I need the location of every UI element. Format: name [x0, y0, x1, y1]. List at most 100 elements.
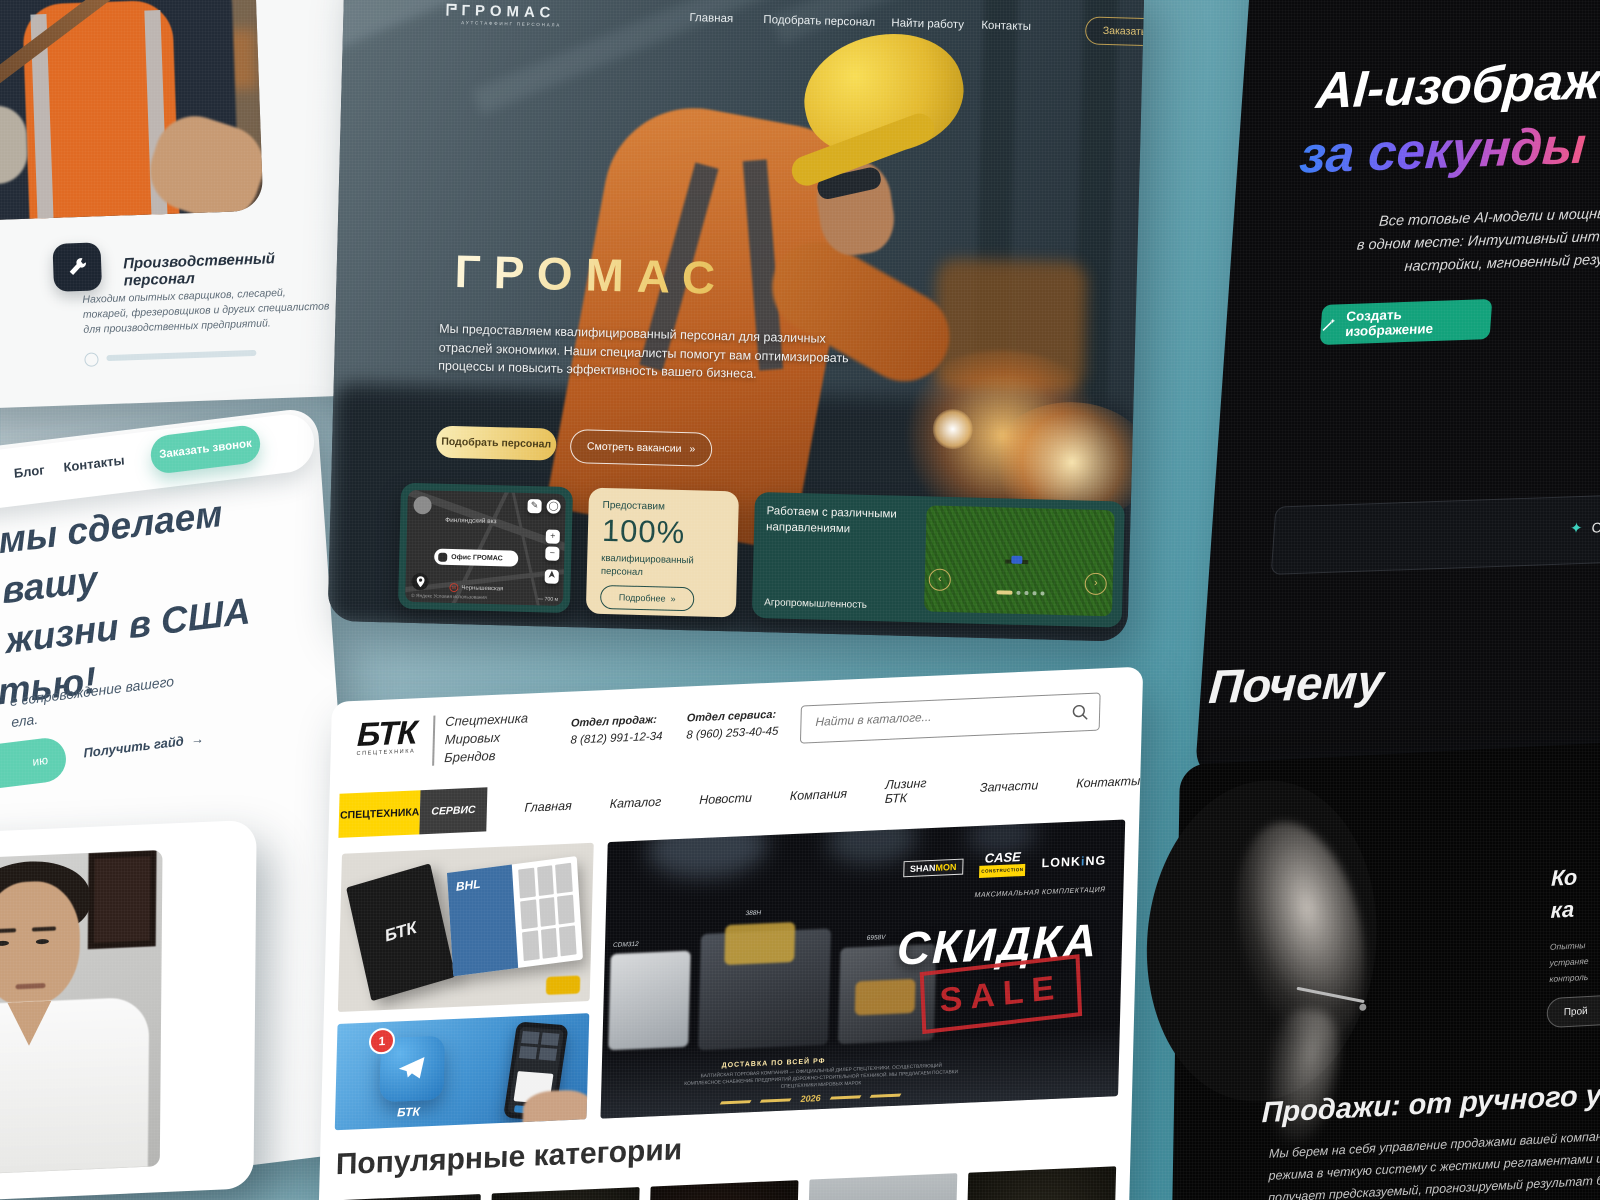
- gromas-logo[interactable]: ГРОМАС АУТСТАФФИНГ ПЕРСОНАЛА: [461, 2, 561, 28]
- search-icon: [1071, 703, 1089, 722]
- create-image-button[interactable]: Создать изображение: [1320, 299, 1493, 345]
- nav-item-leasing[interactable]: Лизинг БТК: [885, 775, 943, 806]
- hero-title: ГРОМАС: [454, 244, 851, 308]
- sale-banner[interactable]: CDM312 388H 6958V SHANMON CASECONSTRUCTI…: [601, 820, 1126, 1119]
- zoom-in-button[interactable]: +: [546, 529, 560, 543]
- panel-sales-studio: АРХИ Ко ка Опытны устраняе контроль Прой…: [1171, 733, 1600, 1200]
- stat-card: Предоставим 100% квалифицированныйперсон…: [586, 488, 739, 618]
- agro-field-photo: [924, 505, 1115, 616]
- shanmon-logo: SHANMON: [903, 859, 964, 878]
- man-photo: [0, 850, 163, 1178]
- prompt-input[interactable]: ✦ Создать: [1271, 487, 1600, 575]
- stat-eyebrow: Предоставим: [602, 500, 724, 514]
- get-guide-link[interactable]: Получить гайд →: [83, 731, 204, 761]
- directions-card: Работаем с различныминаправлениями Агроп…: [752, 492, 1125, 628]
- nav-item-news[interactable]: Новости: [699, 791, 752, 807]
- nav-item-company[interactable]: Компания: [790, 787, 848, 804]
- brand-tagline: СпецтехникаМировыхБрендов: [444, 709, 528, 767]
- map-compass-button[interactable]: ◯: [546, 499, 560, 513]
- map-copyright[interactable]: © Яндекс Условия использования: [411, 594, 487, 601]
- locate-button[interactable]: [545, 569, 559, 583]
- telegram-banner[interactable]: 1 БТК: [335, 1013, 590, 1130]
- nav-item-home[interactable]: Главная: [689, 12, 733, 25]
- office-icon: [438, 552, 447, 561]
- map-label-station: Финляндский вкз: [445, 517, 497, 525]
- studio-heading-line1: Ко: [1551, 858, 1600, 891]
- nav-item-find-job[interactable]: Найти работу: [891, 17, 964, 31]
- wall-frame: [88, 850, 157, 949]
- category-trucks[interactable]: [805, 1173, 957, 1200]
- eyebrow-label: АРХИ: [1552, 834, 1600, 848]
- case-logo: CASECONSTRUCTION: [979, 852, 1026, 878]
- nav-item-contacts[interactable]: Контакты: [1076, 774, 1140, 791]
- nav-item-contacts[interactable]: Контакты: [981, 20, 1031, 33]
- category-excavator[interactable]: [646, 1180, 798, 1200]
- select-staff-button[interactable]: Подобрать персонал: [436, 426, 557, 461]
- tractor: [1011, 556, 1022, 564]
- banner-tagline: МАКСИМАЛЬНАЯ КОМПЛЕКТАЦИЯ: [974, 886, 1105, 899]
- catalog-search[interactable]: [800, 692, 1101, 743]
- panel-gromas-staffing: ГРОМАС АУТСТАФФИНГ ПЕРСОНАЛА Главная Под…: [328, 0, 1145, 642]
- ai-title-line2: за секунды: [1298, 116, 1588, 185]
- brochure: БТК: [346, 863, 455, 1001]
- lonking-logo: LONKiNG: [1041, 853, 1106, 870]
- nav-item-catalog[interactable]: Каталог: [610, 795, 662, 811]
- studio-cta-button[interactable]: Прой: [1547, 990, 1600, 1028]
- panel-ai-images: AI-изображения за секунды Все топовые AI…: [1195, 0, 1600, 780]
- open-magazine: BHL: [447, 856, 583, 976]
- map-edit-button[interactable]: ✎: [527, 499, 541, 513]
- card-body: Находим опытных сварщиков, слесарей, ток…: [82, 284, 333, 338]
- panel-industrial-staffing: Производственный персонал Находим опытны…: [0, 0, 358, 410]
- stat-caption: квалифицированныйперсонал: [601, 552, 724, 581]
- magic-wand-icon: [1320, 316, 1337, 333]
- sparkle-icon: ✦: [1569, 519, 1583, 537]
- hand: [522, 1089, 589, 1130]
- office-pin[interactable]: Офис ГРОМАС: [434, 549, 518, 567]
- prompt-input-label: Создать: [1591, 518, 1600, 536]
- metro-icon: М: [449, 583, 458, 592]
- ai-title-line1: AI-изображения: [1314, 47, 1600, 120]
- category-bulldozer[interactable]: [487, 1187, 639, 1200]
- studio-heading-line2: ка: [1550, 890, 1600, 923]
- office-map-card[interactable]: Финляндский вкз Офис ГРОМАС М Чернышевск…: [398, 483, 573, 613]
- zoom-out-button[interactable]: −: [545, 546, 559, 560]
- chevrons-icon: »: [670, 594, 675, 604]
- truncated-list-item: [84, 345, 304, 367]
- gromas-logo-icon: [445, 2, 458, 18]
- wrench-icon: [52, 242, 102, 292]
- why-heading: Почему: [1207, 653, 1385, 714]
- avatar: [413, 496, 431, 514]
- btk-logo[interactable]: БТК СПЕЦТЕХНИКА: [357, 716, 418, 757]
- category-loader[interactable]: [964, 1166, 1116, 1200]
- order-call-button[interactable]: Заказать звонок: [1085, 16, 1145, 47]
- nav-item-select-staff[interactable]: Подобрать персонал: [763, 14, 875, 29]
- card-title: Производственный персонал: [123, 248, 344, 290]
- direction-label: Агропромышленность: [764, 597, 867, 611]
- category-backhoe[interactable]: [328, 1194, 480, 1200]
- consultation-button[interactable]: ию: [0, 736, 67, 809]
- nav-item-home[interactable]: Главная: [524, 799, 572, 815]
- details-button[interactable]: Подробнее»: [600, 585, 695, 611]
- hero-paragraph: Мы предоставляем квалифицированный персо…: [438, 320, 849, 386]
- sales-phone[interactable]: Отдел продаж: 8 (812) 991-12-34: [570, 714, 663, 747]
- nav-item-parts[interactable]: Запчасти: [980, 778, 1039, 795]
- view-vacancies-button[interactable]: Смотреть вакансии»: [570, 429, 713, 467]
- popular-categories-heading: Популярные категории: [335, 1133, 682, 1182]
- panel-btk-machinery: БТК СПЕЦТЕХНИКА СпецтехникаМировыхБрендо…: [314, 667, 1144, 1200]
- worker-photo: [0, 0, 263, 222]
- catalog-banner[interactable]: БТК BHL: [338, 843, 594, 1012]
- ai-paragraph: Все топовые AI-модели и мощный редактор …: [1269, 196, 1600, 283]
- stat-value: 100%: [601, 513, 724, 552]
- yandex-map[interactable]: Финляндский вкз Офис ГРОМАС М Чернышевск…: [405, 490, 566, 606]
- toy-machine: [546, 975, 580, 995]
- map-label-metro: М Чернышевская: [449, 583, 503, 593]
- arrow-right-icon: →: [190, 731, 204, 748]
- tab-spectehnika[interactable]: СПЕЦТЕХНИКА: [338, 790, 421, 838]
- service-phone[interactable]: Отдел сервиса: 8 (960) 253-40-45: [686, 709, 779, 742]
- tab-service[interactable]: СЕРВИС: [420, 787, 487, 834]
- panel-man-portrait: [0, 820, 257, 1200]
- search-input[interactable]: [813, 703, 1057, 730]
- brand-logos: SHANMON CASECONSTRUCTION LONKiNG: [903, 848, 1107, 881]
- chevrons-icon: »: [689, 443, 695, 455]
- map-scale: — 700 м: [538, 596, 558, 603]
